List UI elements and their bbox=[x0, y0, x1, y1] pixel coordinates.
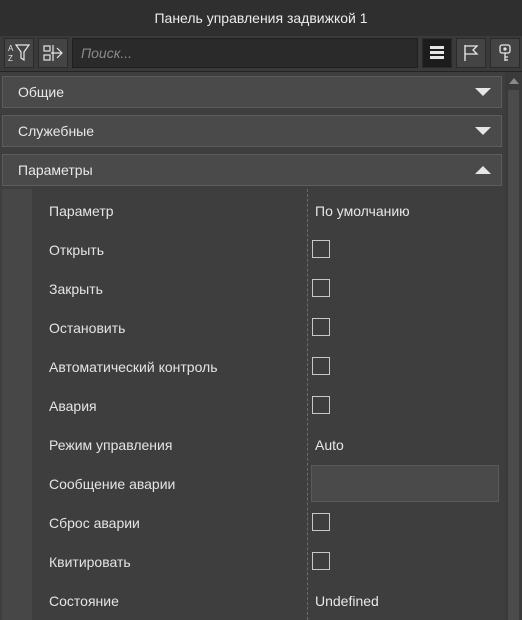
param-name: Открыть bbox=[49, 241, 104, 258]
grid-header-row: Параметр По умолчанию bbox=[2, 191, 502, 230]
key-icon bbox=[499, 44, 511, 61]
param-row-state: Состояние Undefined bbox=[2, 581, 502, 620]
state-value: Undefined bbox=[315, 592, 379, 609]
window-title-text: Панель управления задвижкой 1 bbox=[154, 10, 368, 26]
collapse-tree-icon bbox=[43, 45, 63, 61]
chevron-down-icon bbox=[475, 127, 491, 135]
section-general-label: Общие bbox=[18, 84, 65, 100]
chevron-up-icon bbox=[475, 166, 491, 174]
param-name: Сброс аварии bbox=[49, 514, 140, 531]
param-row-stop: Остановить bbox=[2, 308, 502, 347]
param-row-auto-control: Автоматический контроль bbox=[2, 347, 502, 386]
column-header-parameter: Параметр bbox=[49, 202, 114, 219]
sort-az-icon: A Z bbox=[8, 44, 31, 63]
section-service[interactable]: Служебные bbox=[2, 115, 502, 147]
param-name: Квитировать bbox=[49, 553, 131, 570]
param-row-open: Открыть bbox=[2, 230, 502, 269]
svg-text:Z: Z bbox=[8, 54, 13, 63]
parameters-grid: Параметр По умолчанию Открыть Закрыть Ос… bbox=[2, 189, 502, 620]
svg-text:A: A bbox=[8, 44, 14, 53]
toolbar: A Z bbox=[0, 36, 522, 72]
param-name: Закрыть bbox=[49, 280, 103, 297]
section-parameters-label: Параметры bbox=[18, 162, 93, 178]
param-row-alarm-message: Сообщение аварии bbox=[2, 464, 502, 503]
param-row-alarm-reset: Сброс аварии bbox=[2, 503, 502, 542]
param-name: Сообщение аварии bbox=[49, 475, 176, 492]
section-service-label: Служебные bbox=[18, 123, 95, 139]
chevron-down-icon bbox=[475, 88, 491, 96]
section-general[interactable]: Общие bbox=[2, 76, 502, 108]
param-row-close: Закрыть bbox=[2, 269, 502, 308]
scrollbar-thumb[interactable] bbox=[508, 90, 519, 620]
alarm-message-field[interactable] bbox=[311, 465, 499, 502]
vertical-scrollbar[interactable] bbox=[505, 72, 522, 620]
key-button[interactable] bbox=[490, 38, 520, 68]
list-view-button[interactable] bbox=[422, 38, 452, 68]
param-row-acknowledge: Квитировать bbox=[2, 542, 502, 581]
open-checkbox[interactable] bbox=[312, 240, 330, 258]
param-name: Состояние bbox=[49, 592, 119, 609]
window-title: Панель управления задвижкой 1 bbox=[0, 0, 522, 37]
param-name: Режим управления bbox=[49, 436, 173, 453]
param-row-control-mode: Режим управления Auto bbox=[2, 425, 502, 464]
search-input[interactable] bbox=[72, 38, 418, 68]
property-panel: Общие Служебные Параметры Параметр По ум… bbox=[0, 72, 505, 620]
alarm-checkbox[interactable] bbox=[312, 396, 330, 414]
list-view-icon bbox=[430, 46, 444, 59]
param-name: Остановить bbox=[49, 319, 126, 336]
auto-control-checkbox[interactable] bbox=[312, 357, 330, 375]
alarm-reset-checkbox[interactable] bbox=[312, 513, 330, 531]
control-mode-value[interactable]: Auto bbox=[315, 425, 344, 464]
acknowledge-checkbox[interactable] bbox=[312, 552, 330, 570]
section-parameters[interactable]: Параметры bbox=[2, 154, 502, 186]
flag-icon bbox=[464, 45, 479, 61]
collapse-button[interactable] bbox=[38, 38, 68, 68]
scroll-up-icon[interactable] bbox=[509, 78, 519, 84]
stop-checkbox[interactable] bbox=[312, 318, 330, 336]
param-name: Авария bbox=[49, 397, 97, 414]
close-checkbox[interactable] bbox=[312, 279, 330, 297]
column-header-default: По умолчанию bbox=[315, 202, 410, 219]
param-name: Автоматический контроль bbox=[49, 358, 218, 375]
sort-filter-button[interactable]: A Z bbox=[4, 38, 34, 68]
param-row-alarm: Авария bbox=[2, 386, 502, 425]
flag-button[interactable] bbox=[456, 38, 486, 68]
